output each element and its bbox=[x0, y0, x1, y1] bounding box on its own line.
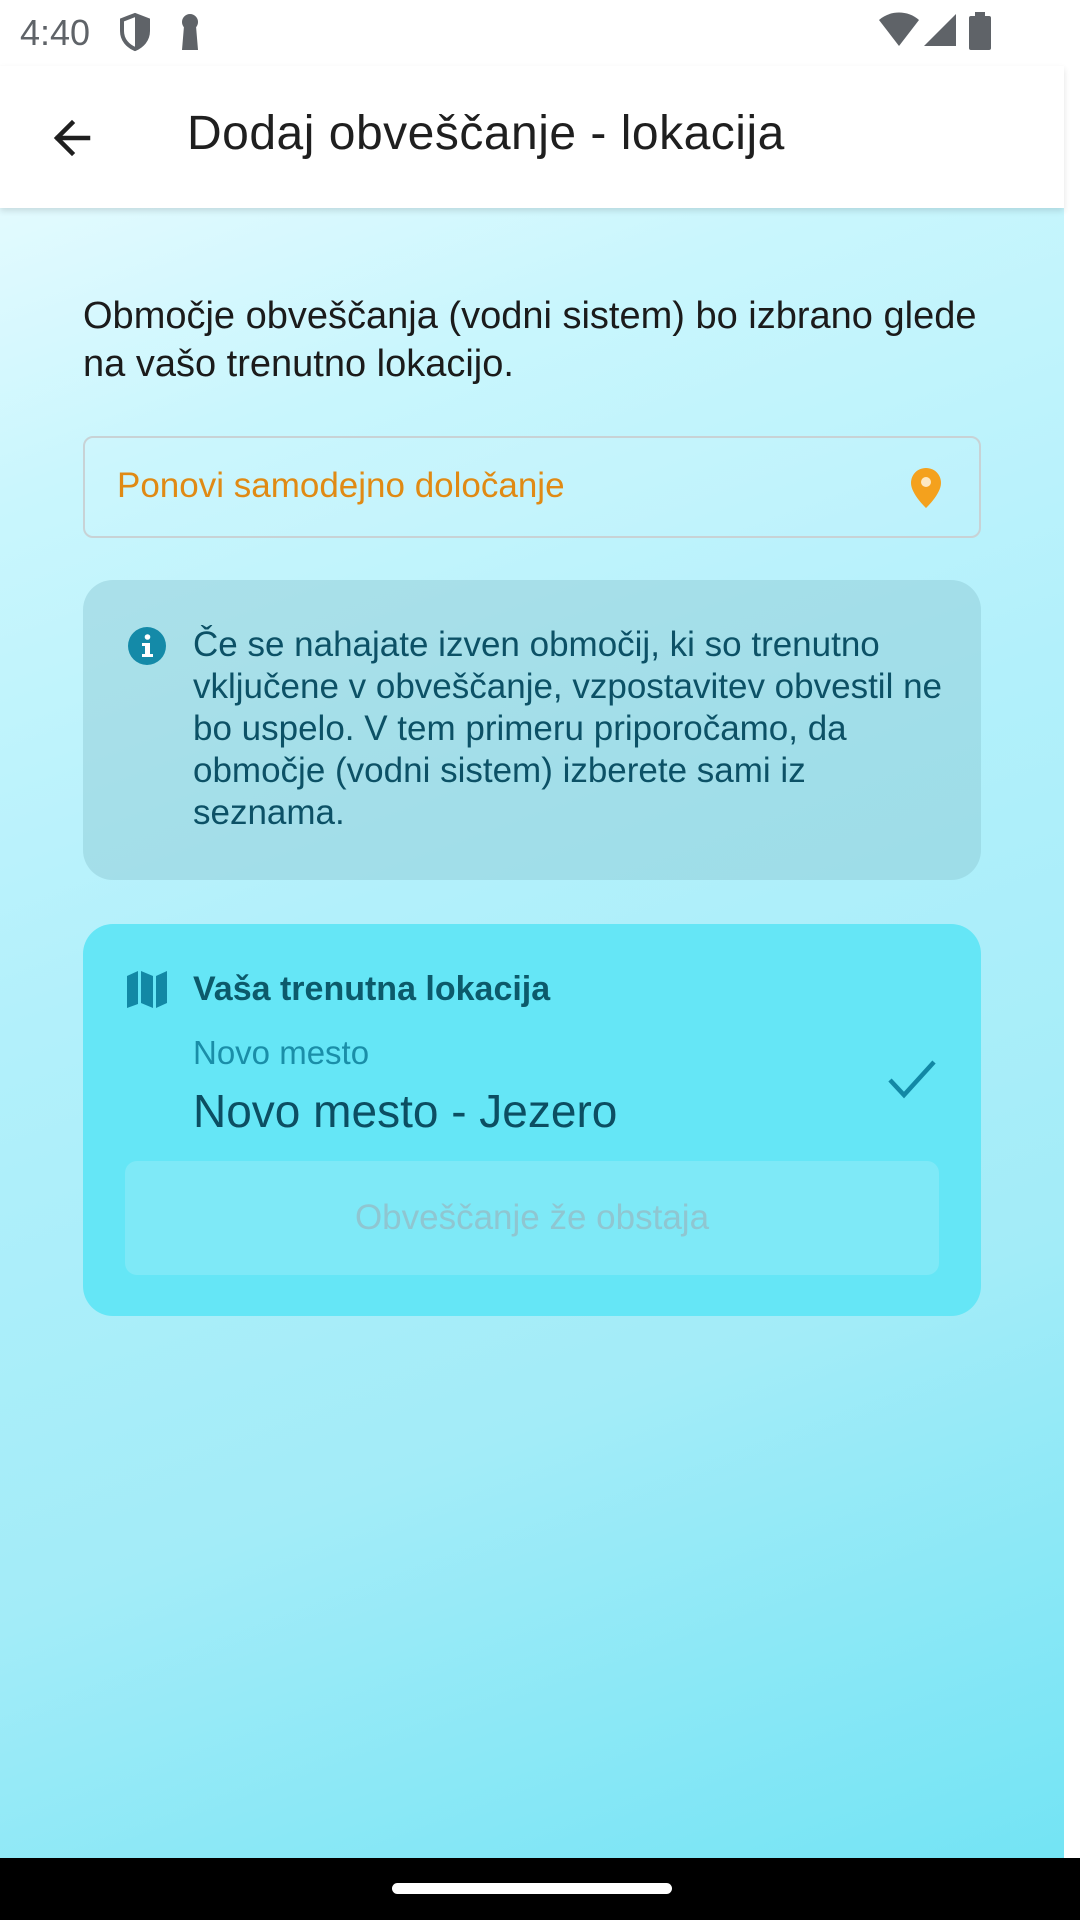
location-name: Novo mesto - Jezero bbox=[193, 1085, 618, 1137]
cell-signal-icon bbox=[922, 12, 958, 53]
intro-text: Območje obveščanja (vodni sistem) bo izb… bbox=[83, 295, 977, 385]
notification-exists-button[interactable]: Obveščanje že obstaja bbox=[125, 1161, 939, 1275]
navigation-bar bbox=[0, 1858, 1080, 1920]
arrow-back-icon bbox=[53, 119, 91, 157]
key-icon bbox=[176, 12, 204, 57]
wifi-icon bbox=[878, 12, 920, 53]
home-indicator[interactable] bbox=[392, 1883, 672, 1894]
redetect-location-button[interactable]: Ponovi samodejno določanje bbox=[83, 436, 981, 538]
screen-edge bbox=[1064, 0, 1080, 1858]
location-region: Novo mesto bbox=[193, 1034, 370, 1071]
redetect-label: Ponovi samodejno določanje bbox=[117, 466, 565, 505]
status-bar: 4:40 bbox=[0, 0, 1064, 66]
card-title: Vaša trenutna lokacija bbox=[193, 970, 551, 1008]
checkmark-icon bbox=[887, 1058, 937, 1107]
screen: 4:40 Dodaj obveščanje - lokacija Območje… bbox=[0, 0, 1080, 1920]
shield-icon bbox=[118, 12, 152, 57]
app-bar: Dodaj obveščanje - lokacija bbox=[0, 66, 1064, 208]
info-icon bbox=[127, 626, 167, 671]
status-time: 4:40 bbox=[20, 12, 91, 53]
info-box: Če se nahajate izven območij, ki so tren… bbox=[83, 580, 981, 880]
battery-icon bbox=[968, 12, 992, 55]
location-pin-icon bbox=[909, 466, 943, 515]
back-button[interactable] bbox=[36, 102, 108, 174]
page-title: Dodaj obveščanje - lokacija bbox=[187, 107, 785, 160]
info-text: Če se nahajate izven območij, ki so tren… bbox=[193, 625, 943, 832]
map-icon bbox=[125, 968, 169, 1015]
current-location-card: Vaša trenutna lokacija Novo mesto Novo m… bbox=[83, 924, 981, 1316]
